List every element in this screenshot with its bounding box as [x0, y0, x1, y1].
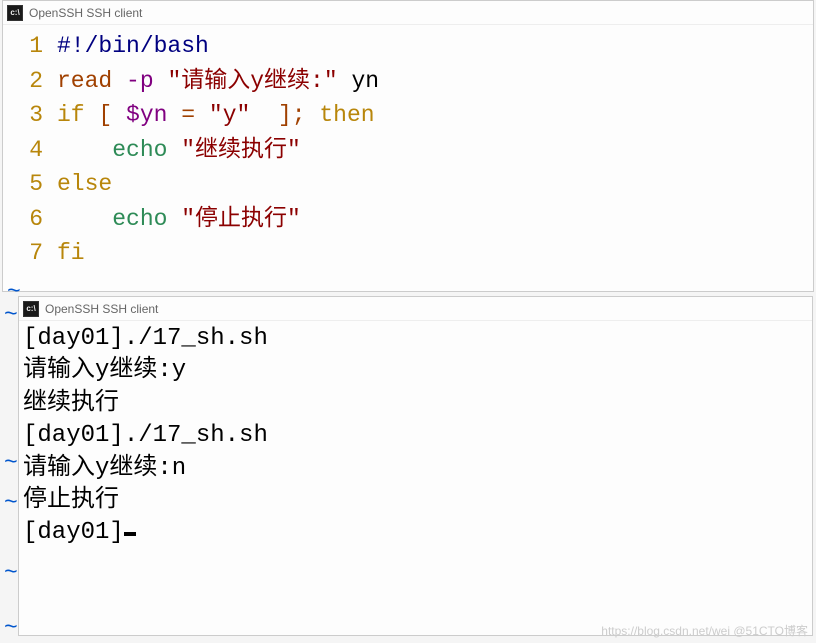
code-line[interactable]: 6 echo "停止执行" [3, 202, 813, 237]
editor-titlebar[interactable]: c:\ OpenSSH SSH client [3, 1, 813, 25]
vim-tilde: ~ [4, 560, 18, 586]
code-content: echo "停止执行" [57, 202, 301, 237]
terminal-window: c:\ OpenSSH SSH client [day01]./17_sh.sh… [18, 296, 813, 636]
terminal-line: [day01]./17_sh.sh [23, 323, 808, 355]
terminal-line: 请输入y继续:n [23, 453, 808, 485]
terminal-line: 停止执行 [23, 485, 808, 517]
line-number: 6 [3, 202, 57, 237]
editor-title-text: OpenSSH SSH client [29, 6, 142, 20]
vim-tilde: ~ [4, 490, 18, 516]
terminal-line: [day01]./17_sh.sh [23, 420, 808, 452]
code-line[interactable]: 7fi [3, 236, 813, 271]
code-content: else [57, 167, 112, 202]
terminal-titlebar[interactable]: c:\ OpenSSH SSH client [19, 297, 812, 321]
code-content: read -p "请输入y继续:" yn [57, 64, 379, 99]
code-line[interactable]: 2read -p "请输入y继续:" yn [3, 64, 813, 99]
terminal-title-text: OpenSSH SSH client [45, 302, 158, 316]
line-number: 3 [3, 98, 57, 133]
code-content: fi [57, 236, 85, 271]
vim-tilde: ~ [4, 302, 18, 328]
code-line[interactable]: 1#!/bin/bash [3, 29, 813, 64]
editor-window: c:\ OpenSSH SSH client 1#!/bin/bash2read… [2, 0, 814, 292]
code-line[interactable]: 4 echo "继续执行" [3, 133, 813, 168]
terminal-line: 请输入y继续:y [23, 355, 808, 387]
code-content: echo "继续执行" [57, 133, 301, 168]
code-content: if [ $yn = "y" ]; then [57, 98, 375, 133]
terminal-line: 继续执行 [23, 388, 808, 420]
code-editor-area[interactable]: 1#!/bin/bash2read -p "请输入y继续:" yn3if [ $… [3, 25, 813, 275]
line-number: 5 [3, 167, 57, 202]
watermark-text: https://blog.csdn.net/wei @51CTO博客 [601, 622, 808, 639]
line-number: 7 [3, 236, 57, 271]
cursor-icon [124, 532, 136, 536]
vim-tilde: ~ [4, 450, 18, 476]
code-content: #!/bin/bash [57, 29, 209, 64]
terminal-output[interactable]: [day01]./17_sh.sh请输入y继续:y继续执行[day01]./17… [19, 321, 812, 552]
terminal-icon: c:\ [7, 5, 23, 21]
code-line[interactable]: 5else [3, 167, 813, 202]
line-number: 4 [3, 133, 57, 168]
code-line[interactable]: 3if [ $yn = "y" ]; then [3, 98, 813, 133]
line-number: 2 [3, 64, 57, 99]
terminal-prompt[interactable]: [day01] [23, 517, 808, 549]
line-number: 1 [3, 29, 57, 64]
vim-tilde: ~ [4, 615, 18, 641]
terminal-icon: c:\ [23, 301, 39, 317]
